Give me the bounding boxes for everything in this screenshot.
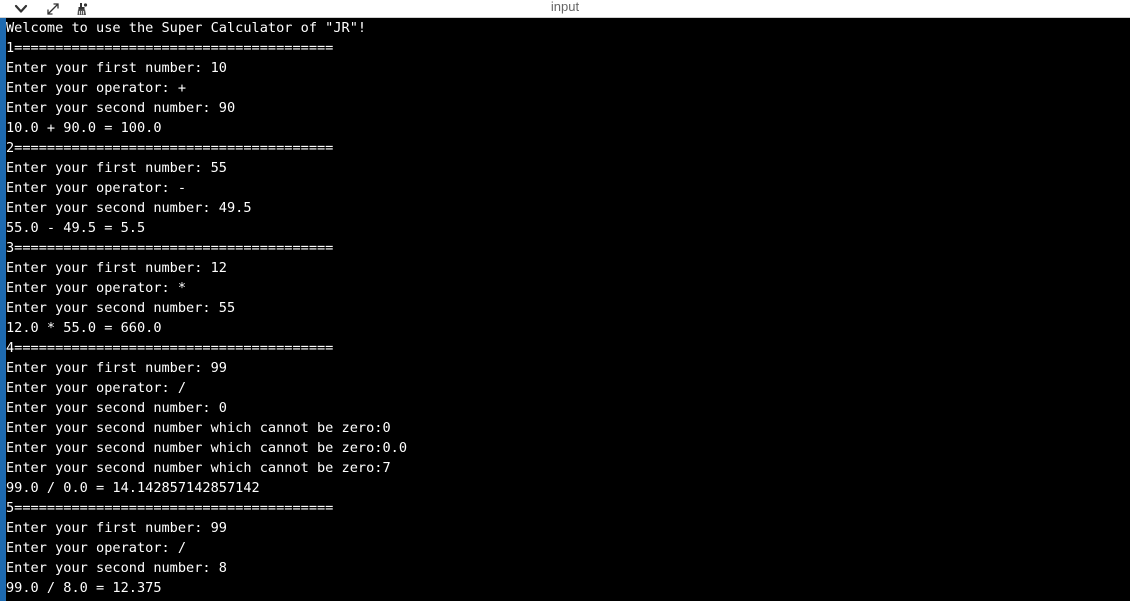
console-line: Enter your operator: / — [6, 540, 187, 556]
console-line: Enter your operator: * — [6, 280, 187, 296]
console-line: Enter your first number: 99 — [6, 520, 227, 536]
console-line: Enter your first number: 12 — [6, 260, 227, 276]
console-line: Enter your second number: 55 — [6, 300, 236, 316]
console-output[interactable]: Welcome to use the Super Calculator of "… — [6, 18, 1130, 601]
console-line: Enter your operator: - — [6, 180, 187, 196]
console-line: 99.0 / 0.0 = 14.142857142857142 — [6, 480, 260, 496]
console-line: Enter your second number which cannot be… — [6, 440, 408, 456]
console-window: input Welcome to use the Super Calculato… — [0, 0, 1130, 601]
console-line: Enter your operator: + — [6, 80, 187, 96]
console-line: 3======================================= — [6, 240, 334, 256]
console-line: 55.0 - 49.5 = 5.5 — [6, 220, 146, 236]
window-title: input — [550, 0, 580, 14]
console-titlebar: input — [0, 0, 1130, 18]
console-line: 2======================================= — [6, 140, 334, 156]
console-line: 4======================================= — [6, 340, 334, 356]
console-line: Enter your second number: 90 — [6, 100, 236, 116]
console-line: 5======================================= — [6, 500, 334, 516]
console-line: Enter your second number: 49.5 — [6, 200, 252, 216]
console-line: Enter your second number which cannot be… — [6, 460, 391, 476]
console-line: Enter your second number which cannot be… — [6, 420, 391, 436]
console-line: Enter your operator: / — [6, 380, 187, 396]
console-line: Welcome to use the Super Calculator of "… — [6, 20, 367, 36]
console-line: Enter your second number: 0 — [6, 400, 227, 416]
console-line: Enter your first number: 99 — [6, 360, 227, 376]
console-line: 99.0 / 8.0 = 12.375 — [6, 580, 162, 596]
console-line: 10.0 + 90.0 = 100.0 — [6, 120, 162, 136]
console-line: 12.0 * 55.0 = 660.0 — [6, 320, 162, 336]
console-line: 1======================================= — [6, 40, 334, 56]
console-line: Enter your first number: 55 — [6, 160, 227, 176]
console-line: Enter your second number: 8 — [6, 560, 227, 576]
console-line: Enter your first number: 10 — [6, 60, 227, 76]
